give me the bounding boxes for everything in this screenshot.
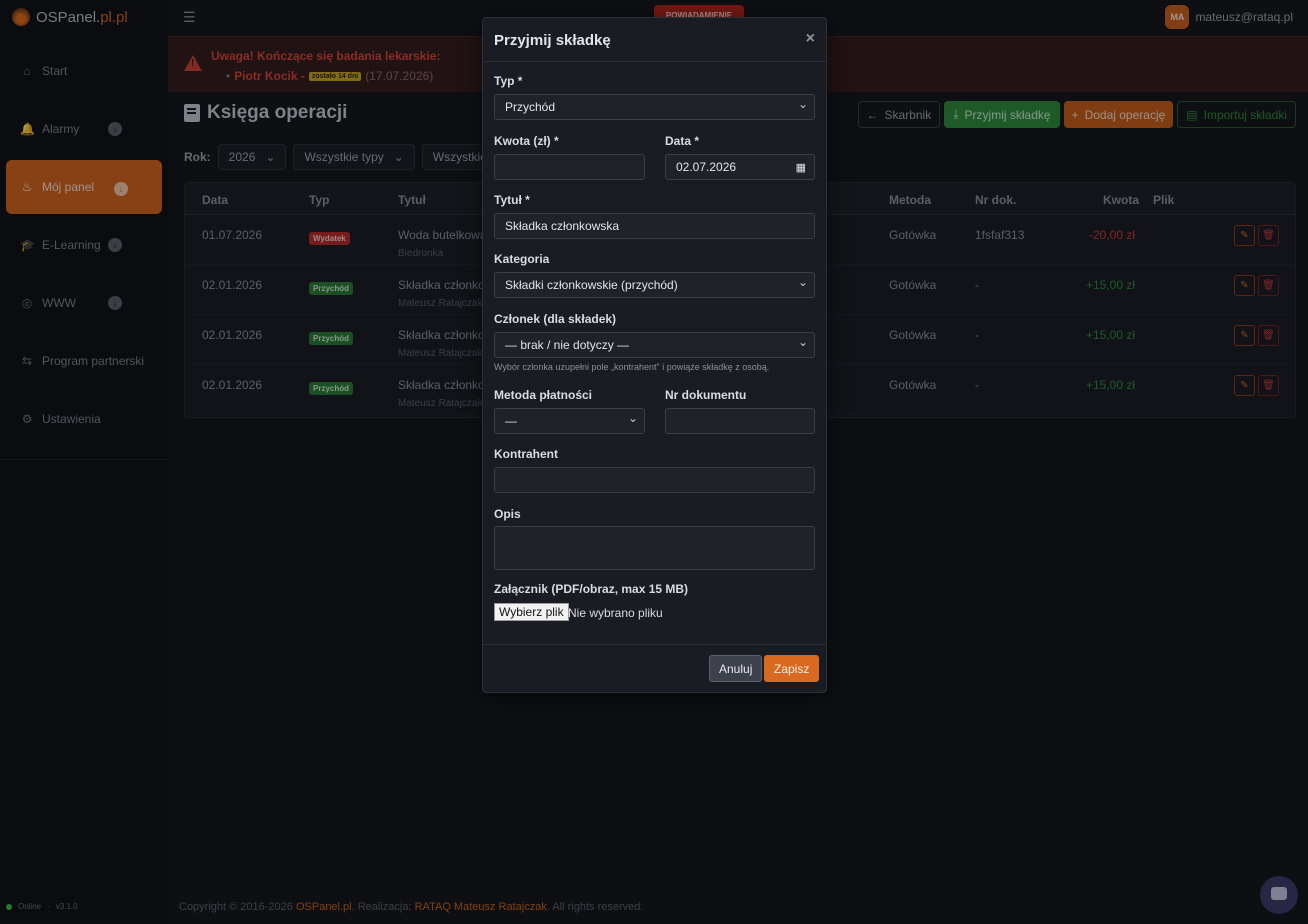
modal-title: Przyjmij składkę bbox=[494, 32, 611, 49]
member-label: Członek (dla składek) bbox=[494, 312, 617, 326]
accept-fee-modal: Przyjmij składkę × Typ * Przychód Kwota … bbox=[482, 17, 827, 693]
category-value: Składki członkowskie (przychód) bbox=[505, 278, 678, 292]
amount-label: Kwota (zł) * bbox=[494, 134, 559, 148]
date-value: 02.07.2026 bbox=[676, 160, 737, 174]
cancel-button[interactable]: Anuluj bbox=[709, 655, 763, 682]
description-textarea[interactable] bbox=[494, 526, 815, 570]
date-label: Data * bbox=[665, 134, 700, 148]
payment-method-value: — bbox=[505, 414, 517, 428]
type-select[interactable]: Przychód bbox=[494, 94, 815, 120]
type-value: Przychód bbox=[505, 100, 556, 114]
payment-method-select[interactable]: — bbox=[494, 408, 645, 434]
doc-number-input[interactable] bbox=[665, 408, 815, 434]
title-input[interactable]: Składka członkowska bbox=[494, 213, 815, 239]
calendar-icon[interactable]: ▦ bbox=[796, 161, 806, 174]
member-select[interactable]: — brak / nie dotyczy — bbox=[494, 332, 815, 358]
choose-file-button[interactable]: Wybierz plik bbox=[494, 603, 569, 621]
category-label: Kategoria bbox=[494, 252, 550, 266]
member-help-text: Wybór członka uzupełni pole „kontrahent"… bbox=[494, 362, 770, 372]
type-label: Typ * bbox=[494, 74, 523, 88]
amount-input[interactable] bbox=[494, 154, 645, 180]
date-input[interactable]: 02.07.2026 ▦ bbox=[665, 154, 815, 180]
modal-header: Przyjmij składkę × bbox=[483, 18, 826, 62]
file-status: Nie wybrano pliku bbox=[568, 606, 663, 620]
doc-number-label: Nr dokumentu bbox=[665, 388, 747, 402]
category-select[interactable]: Składki członkowskie (przychód) bbox=[494, 272, 815, 298]
payment-method-label: Metoda płatności bbox=[494, 388, 593, 402]
contractor-label: Kontrahent bbox=[494, 447, 558, 461]
attachment-label: Załącznik (PDF/obraz, max 15 MB) bbox=[494, 582, 689, 596]
close-icon[interactable]: × bbox=[806, 30, 815, 48]
title-label: Tytuł * bbox=[494, 193, 530, 207]
contractor-input[interactable] bbox=[494, 467, 815, 493]
save-button[interactable]: Zapisz bbox=[764, 655, 820, 682]
member-value: — brak / nie dotyczy — bbox=[505, 338, 630, 352]
description-label: Opis bbox=[494, 507, 521, 521]
title-value: Składka członkowska bbox=[505, 219, 620, 233]
